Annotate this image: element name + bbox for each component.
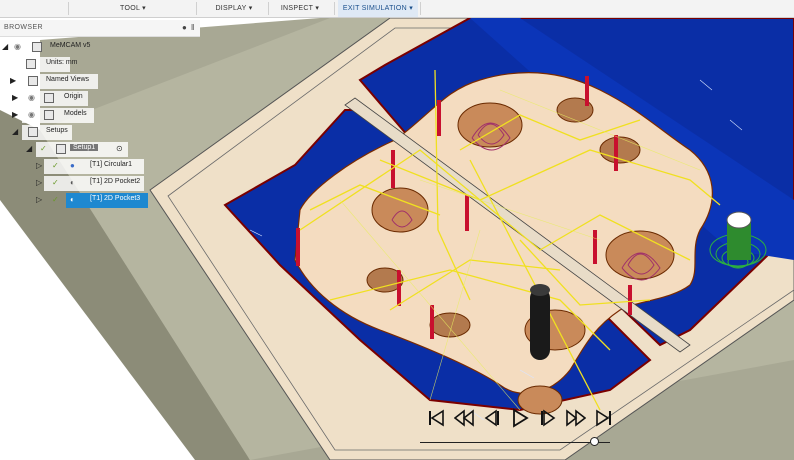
hole: [371, 187, 429, 233]
visibility-icon[interactable]: ◉: [14, 42, 21, 51]
folder-icon: [28, 76, 38, 86]
folder-icon: [44, 93, 54, 103]
expand-arrow-icon[interactable]: ▷: [36, 178, 42, 187]
check-icon[interactable]: ✓: [52, 161, 59, 170]
expand-arrow-icon[interactable]: ▷: [36, 161, 42, 170]
tree-item-label: Units: mm: [46, 59, 78, 66]
to-start-icon[interactable]: [426, 408, 446, 428]
check-icon[interactable]: ✓: [40, 144, 47, 153]
collapse-arrow-icon[interactable]: ◢: [26, 144, 32, 153]
document-settings-icon: [26, 59, 36, 69]
tree-item-units[interactable]: Units: mm: [0, 57, 200, 72]
hole: [457, 102, 523, 148]
tree-item-operation[interactable]: ▷ ✓ ◐ [T1] 2D Pocket2: [0, 176, 200, 191]
expand-arrow-icon[interactable]: ▶: [12, 93, 18, 102]
expand-arrow-icon[interactable]: ▷: [36, 195, 42, 204]
tree-item-setup1[interactable]: ◢ ✓ Setup1 ⊙: [0, 142, 200, 157]
tree-item-label: Origin: [64, 93, 83, 100]
to-end-icon[interactable]: [594, 408, 614, 428]
cutting-tool-top: [530, 284, 550, 296]
active-setup-icon[interactable]: ⊙: [116, 144, 123, 153]
pocket-operation-icon: ◐: [70, 195, 75, 204]
check-icon[interactable]: ✓: [52, 195, 59, 204]
step-forward-fast-icon[interactable]: [566, 408, 586, 428]
collapse-panel-icon[interactable]: ‖: [191, 23, 194, 32]
expand-arrow-icon[interactable]: ▶: [10, 76, 16, 85]
tree-item-label: Setup1: [70, 144, 99, 151]
expand-arrow-icon[interactable]: ▶: [12, 110, 18, 119]
collapse-arrow-icon[interactable]: ◢: [12, 127, 18, 136]
step-back-icon[interactable]: [482, 408, 502, 428]
toolbar: TOOL ▾ DISPLAY ▾ INSPECT ▾ EXIT SIMULATI…: [0, 0, 794, 18]
tree-item-label: [T1] 2D Pocket3: [90, 195, 141, 202]
toolbar-separator: [196, 2, 197, 15]
timeline-track[interactable]: [420, 442, 610, 443]
tree-item-label: MeMCAM v5: [50, 42, 91, 49]
tree-item-operation-selected[interactable]: ▷ ✓ ◐ [T1] 2D Pocket3: [0, 193, 200, 208]
visibility-icon[interactable]: ◉: [28, 93, 35, 102]
pocket-operation-icon: ◐: [70, 178, 75, 187]
inspect-menu[interactable]: INSPECT ▾: [270, 0, 330, 17]
step-forward-icon[interactable]: [538, 408, 558, 428]
browser-header: BROWSER ● ‖: [0, 20, 200, 37]
cutting-tool: [530, 288, 550, 360]
play-icon[interactable]: [510, 408, 530, 428]
tool-tip: [726, 211, 752, 229]
pin-icon[interactable]: ●: [182, 23, 187, 32]
setups-folder-icon: [28, 127, 38, 137]
document-icon: [32, 42, 42, 52]
simulation-player: [420, 408, 620, 448]
browser-title: BROWSER: [4, 24, 43, 31]
tree-item-label: [T1] Circular1: [90, 161, 133, 168]
tree-item-named-views[interactable]: ▶ Named Views: [0, 74, 200, 89]
timeline-handle[interactable]: [590, 437, 600, 446]
tree-item-document[interactable]: ◢ ◉ MeMCAM v5: [0, 40, 200, 55]
hole: [605, 230, 675, 280]
tree-item-label: Setups: [46, 127, 68, 134]
display-menu[interactable]: DISPLAY ▾: [203, 0, 265, 17]
circular-operation-icon: ●: [70, 161, 75, 170]
step-back-fast-icon[interactable]: [454, 408, 474, 428]
check-icon[interactable]: ✓: [52, 178, 59, 187]
tree-item-operation[interactable]: ▷ ✓ ● [T1] Circular1: [0, 159, 200, 174]
model-icon: [44, 110, 54, 120]
tree-item-setups[interactable]: ◢ Setups: [0, 125, 200, 140]
tree-item-label: Models: [64, 110, 87, 117]
toolbar-separator: [334, 2, 335, 15]
visibility-icon[interactable]: ◉: [28, 110, 35, 119]
toolbar-separator: [268, 2, 269, 15]
toolbar-separator: [420, 2, 421, 15]
toolbar-separator: [68, 2, 69, 15]
tree-item-origin[interactable]: ▶ ◉ Origin: [0, 91, 200, 106]
tree-item-label: Named Views: [46, 76, 90, 83]
tree-item-label: [T1] 2D Pocket2: [90, 178, 141, 185]
tool-menu[interactable]: TOOL ▾: [100, 0, 166, 17]
hole: [429, 312, 471, 338]
setup-icon: [56, 144, 66, 154]
exit-simulation-menu[interactable]: EXIT SIMULATION ▾: [338, 0, 418, 17]
expand-arrow-icon[interactable]: ◢: [2, 42, 8, 51]
tree-item-models[interactable]: ▶ ◉ Models: [0, 108, 200, 123]
